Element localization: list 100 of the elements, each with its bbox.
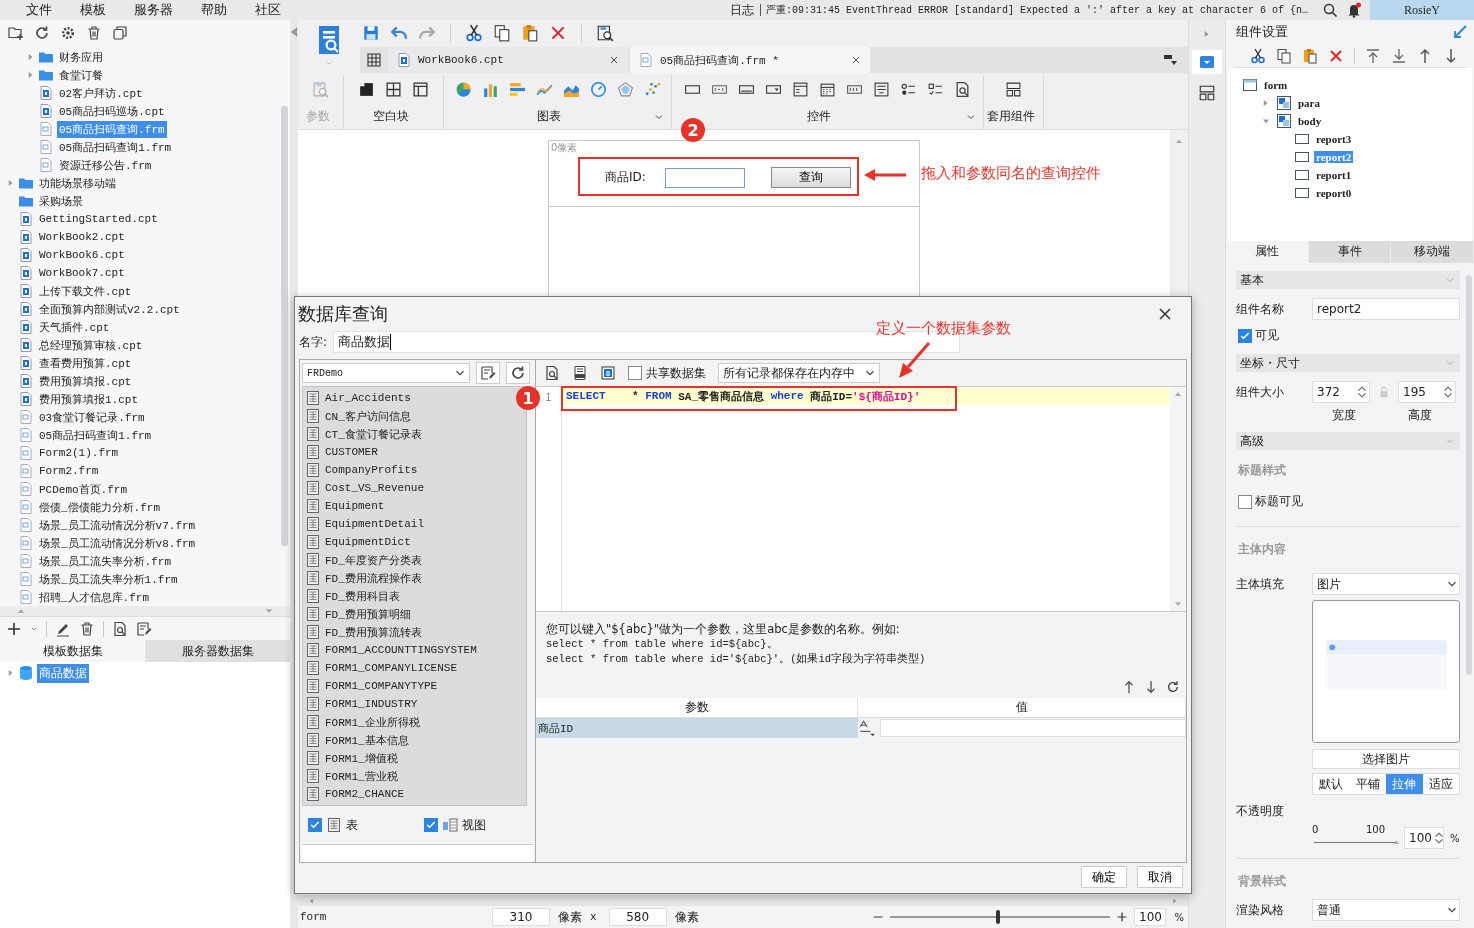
tree-item[interactable]: 02客户拜访.cpt <box>57 84 145 102</box>
widget-tree-item[interactable]: report0 <box>1314 187 1354 200</box>
move-up-icon[interactable] <box>1122 680 1136 694</box>
document-icon[interactable] <box>18 211 34 227</box>
copy-icon[interactable] <box>1276 47 1292 64</box>
tree-item[interactable]: PCDemo首页.frm <box>37 480 129 498</box>
tree-item[interactable]: WorkBook7.cpt <box>37 266 127 280</box>
spinner-icon[interactable] <box>1441 385 1455 399</box>
tree-item[interactable]: Form2.frm <box>37 464 101 478</box>
input-field[interactable] <box>665 167 745 188</box>
tree-item[interactable]: 05商品扫码查询1.frm <box>57 138 174 156</box>
search-icon[interactable] <box>1322 2 1338 18</box>
document-icon[interactable] <box>18 301 34 317</box>
number-field[interactable]: 372 <box>1312 381 1370 403</box>
document-icon[interactable] <box>18 337 34 353</box>
table-item[interactable]: FORM1_营业税 <box>325 768 398 784</box>
document-icon[interactable] <box>18 589 34 605</box>
table-item[interactable]: FD_费用预算流转表 <box>325 624 422 640</box>
menu-item[interactable]: 帮助 <box>187 1 241 19</box>
pane-layout-icon[interactable] <box>412 81 429 99</box>
edit-icon[interactable] <box>136 620 152 637</box>
refresh-icon[interactable] <box>1166 680 1180 694</box>
document-icon[interactable] <box>18 355 34 371</box>
move-down-icon[interactable] <box>1144 680 1158 694</box>
document-icon[interactable] <box>18 319 34 335</box>
tree-item[interactable]: 查看费用预算.cpt <box>37 354 134 372</box>
widget-tree-item[interactable]: form <box>1262 79 1290 92</box>
connection-select[interactable]: FRDemo <box>302 363 470 383</box>
checkbox[interactable] <box>423 818 438 832</box>
query-button[interactable]: 查询 <box>771 167 851 188</box>
table-item[interactable]: FORM1_INDUSTRY <box>325 698 418 710</box>
split-layout-icon[interactable] <box>385 81 402 99</box>
bell-icon[interactable] <box>1346 2 1362 18</box>
document-icon[interactable] <box>38 85 54 101</box>
menu-item[interactable]: 服务器 <box>120 1 187 19</box>
table-item[interactable]: FORM1_COMPANYLICENSE <box>325 662 458 674</box>
panel-tab[interactable]: 事件 <box>1308 240 1392 263</box>
number-field[interactable]: 100 <box>1404 827 1444 849</box>
refresh-icon[interactable] <box>34 25 50 41</box>
tree-item[interactable]: 费用预算填报.cpt <box>37 372 134 390</box>
menu-item[interactable]: 文件 <box>0 1 66 19</box>
scrollbar-thumb[interactable] <box>281 106 288 546</box>
layout-icon[interactable] <box>1198 84 1216 102</box>
table-item[interactable]: Cost_VS_Revenue <box>325 482 425 494</box>
fill-select[interactable]: 图片 <box>1312 573 1460 595</box>
document-icon[interactable] <box>18 265 34 281</box>
tree-item[interactable]: 03食堂订餐记录.frm <box>37 408 147 426</box>
pie-chart-icon[interactable] <box>454 81 472 99</box>
tree-item[interactable]: 05商品扫码查询1.frm <box>37 426 154 444</box>
close-icon[interactable] <box>850 54 862 66</box>
dialog-button[interactable]: 确定 <box>1081 866 1127 888</box>
table-item[interactable]: FD_年度资产分类表 <box>325 552 422 568</box>
new-folder-icon[interactable] <box>8 25 24 41</box>
table-item[interactable]: EquipmentDetail <box>325 518 425 530</box>
tree-item[interactable]: WorkBook2.cpt <box>37 230 127 244</box>
layout-icon[interactable] <box>1005 81 1022 99</box>
gauge-icon[interactable] <box>589 81 607 99</box>
checkbox[interactable] <box>308 818 322 832</box>
search-control-icon[interactable] <box>954 81 971 99</box>
radar-chart-icon[interactable] <box>616 81 634 99</box>
document-icon[interactable] <box>38 121 54 137</box>
move-to-top-icon[interactable] <box>1365 47 1381 64</box>
document-icon[interactable] <box>18 499 34 515</box>
calendar-icon[interactable] <box>819 81 836 99</box>
table-item[interactable]: CT_食堂订餐记录表 <box>325 426 422 442</box>
refresh-button[interactable] <box>506 362 530 384</box>
paste-icon[interactable] <box>1302 47 1318 64</box>
choose-image-button[interactable]: 选择图片 <box>1312 749 1460 769</box>
table-item[interactable]: EquipmentDict <box>325 536 411 548</box>
table-item[interactable]: Equipment <box>325 500 385 512</box>
preview-icon[interactable] <box>112 620 128 637</box>
text-area-icon[interactable] <box>873 81 890 99</box>
parameter-name[interactable]: 商品ID <box>536 718 858 738</box>
tree-item[interactable]: 全面预算内部测试v2.2.cpt <box>37 300 182 318</box>
grid-icon[interactable] <box>366 52 382 68</box>
dialog-button[interactable]: 取消 <box>1137 866 1183 888</box>
document-icon[interactable] <box>18 535 34 551</box>
tree-item[interactable]: 场景_员工流失率分析1.frm <box>37 570 180 588</box>
tree-item[interactable]: Form2(1).frm <box>37 446 121 460</box>
section-header[interactable]: 基本 <box>1236 271 1460 289</box>
tree-item[interactable]: 总经理预算审核.cpt <box>37 336 145 354</box>
table-item[interactable]: FORM1_增值税 <box>325 750 398 766</box>
document-icon[interactable] <box>18 571 34 587</box>
tree-item[interactable]: 招聘_人才信息库.frm <box>37 588 151 606</box>
document-tab[interactable]: WorkBook6.cpt <box>388 47 628 73</box>
tree-item[interactable]: 场景_员工流动情况分析v8.frm <box>37 534 198 552</box>
document-tab[interactable]: 05商品扫码查询.frm * <box>630 47 870 73</box>
width-field[interactable]: 310 <box>492 908 550 926</box>
save-icon[interactable] <box>600 365 616 381</box>
table-item[interactable]: CN_客户访问信息 <box>325 408 411 424</box>
document-icon[interactable] <box>38 103 54 119</box>
table-item[interactable]: Air_Accidents <box>325 392 411 404</box>
tree-item[interactable]: 资源迁移公告.frm <box>57 156 154 174</box>
search-field[interactable] <box>302 844 533 862</box>
tree-item[interactable]: 功能场景移动端 <box>37 174 118 192</box>
number-field[interactable]: 195 <box>1398 381 1456 403</box>
document-icon[interactable] <box>18 445 34 461</box>
save-icon[interactable] <box>362 24 380 42</box>
bar-chart-icon[interactable] <box>481 81 499 99</box>
document-icon[interactable] <box>18 247 34 263</box>
